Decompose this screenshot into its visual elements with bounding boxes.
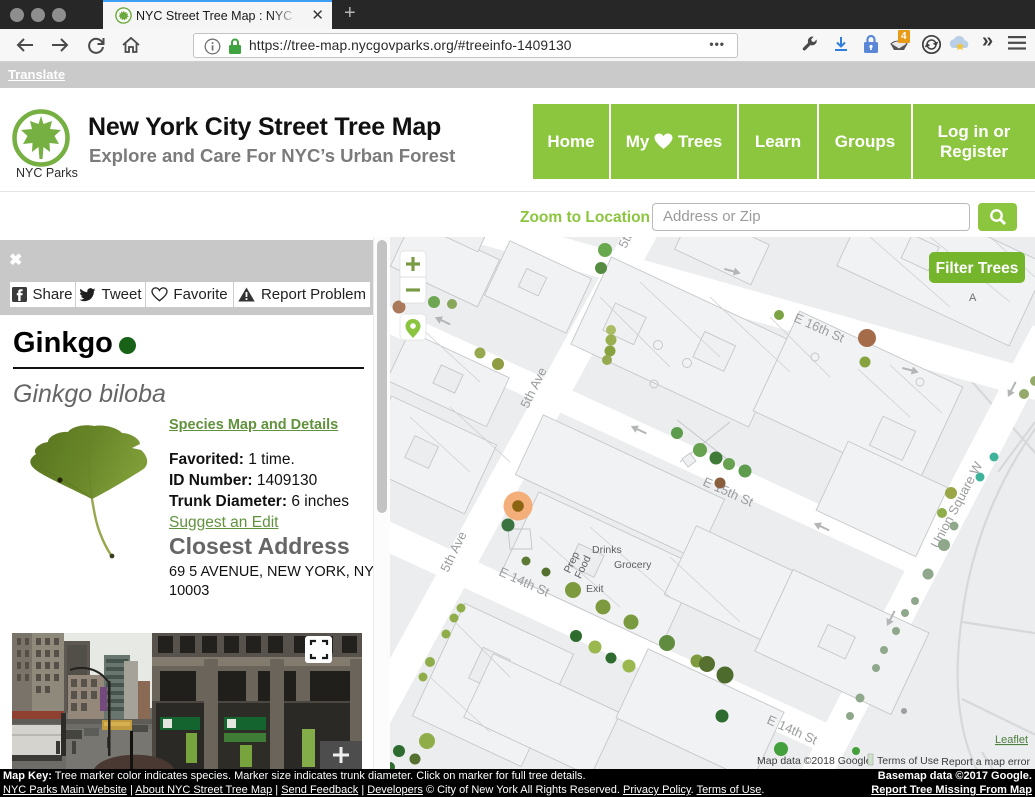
svg-text:Map data ©2018 Google: Map data ©2018 Google — [757, 755, 872, 767]
svg-text:Report a map error: Report a map error — [941, 756, 1030, 768]
svg-text:Terms of Use: Terms of Use — [877, 755, 939, 767]
svg-text:Exit: Exit — [586, 583, 604, 595]
svg-text:Filter Trees: Filter Trees — [936, 260, 1019, 277]
svg-text:Drinks: Drinks — [592, 544, 622, 556]
svg-text:A: A — [969, 292, 977, 304]
svg-text:Leaflet: Leaflet — [995, 734, 1028, 746]
svg-text:Grocery: Grocery — [614, 559, 652, 571]
